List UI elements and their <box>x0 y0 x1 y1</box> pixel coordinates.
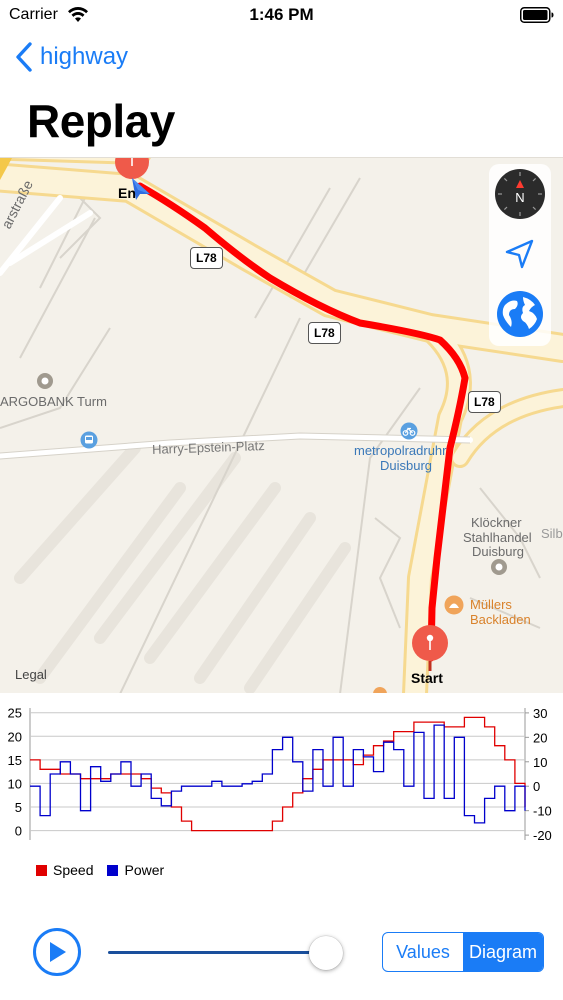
segment-values[interactable]: Values <box>383 933 463 971</box>
globe-icon <box>497 291 543 337</box>
chevron-left-icon <box>16 42 32 72</box>
argobank-label: ARGOBANK Turm <box>0 394 107 409</box>
poi-icon <box>37 373 53 389</box>
y-left-tick-label: 0 <box>15 824 22 839</box>
legal-link[interactable]: Legal <box>15 667 47 682</box>
legend-label-speed: Speed <box>53 862 94 878</box>
road-shield-l78: L78 <box>468 391 501 413</box>
map-view[interactable]: arstraße ARGOBANK Turm Harry-Epstein-Pla… <box>0 157 563 693</box>
y-left-tick-label: 10 <box>8 776 22 791</box>
speed-power-chart: 25 20 15 10 5 0 30 20 10 0 -10 -20 <box>0 700 563 850</box>
bakery-icon <box>444 595 464 615</box>
compass-letter: N <box>515 190 524 205</box>
compass-button[interactable]: N <box>494 168 546 220</box>
end-label: En <box>118 185 136 201</box>
legend-item-power: Power <box>107 862 164 878</box>
chart-svg: 25 20 15 10 5 0 30 20 10 0 -10 -20 <box>8 706 552 843</box>
slider-thumb[interactable] <box>309 936 343 970</box>
page-title: Replay <box>27 95 175 147</box>
station-city-label: Duisburg <box>380 458 433 473</box>
replay-slider[interactable] <box>108 935 343 971</box>
station-label: metropolradruhr <box>354 443 447 458</box>
view-mode-segmented-control: Values Diagram <box>382 932 544 972</box>
back-button[interactable]: highway <box>14 40 128 74</box>
compass-icon: N <box>495 169 545 219</box>
start-pin-icon[interactable] <box>410 624 450 672</box>
legend-label-power: Power <box>124 862 165 878</box>
back-button-label: highway <box>40 43 129 70</box>
bakery-label-2: Backladen <box>470 612 531 627</box>
legend-swatch-power <box>107 864 119 876</box>
slider-fill <box>108 951 326 954</box>
kloeckner-label: Klöckner <box>471 515 522 530</box>
y-left-tick-label: 15 <box>8 753 22 768</box>
legend-swatch-speed <box>36 864 47 876</box>
y-right-tick-label: 30 <box>533 706 547 721</box>
map-type-button[interactable] <box>494 288 546 340</box>
road-shield-l78: L78 <box>308 322 341 344</box>
y-right-tick-label: 10 <box>533 755 547 770</box>
y-right-tick-label: -20 <box>533 828 552 843</box>
location-arrow-icon <box>505 239 534 269</box>
poi-icon-2 <box>491 559 507 575</box>
y-right-tick-label: 20 <box>533 730 547 745</box>
series-line-power <box>30 724 526 824</box>
kloeckner-label-3: Duisburg <box>472 544 525 559</box>
silb-label: Silb <box>541 526 563 541</box>
locate-me-button[interactable] <box>494 228 546 280</box>
legend-item-speed: Speed <box>36 862 93 878</box>
segment-diagram[interactable]: Diagram <box>463 933 543 971</box>
y-right-tick-label: -10 <box>533 804 552 819</box>
battery-icon <box>520 7 554 23</box>
start-label: Start <box>411 670 443 686</box>
y-left-tick-label: 20 <box>8 729 22 744</box>
road-shield-l78: L78 <box>190 247 223 269</box>
y-left-tick-label: 5 <box>15 800 22 815</box>
status-bar: Carrier 1:46 PM <box>0 0 563 30</box>
bakery-label: Müllers <box>470 597 512 612</box>
play-icon <box>50 942 66 962</box>
y-left-tick-label: 25 <box>8 706 22 721</box>
play-button[interactable] <box>33 928 81 976</box>
poi-icon-3 <box>373 687 387 693</box>
kloeckner-label-2: Stahlhandel <box>463 530 532 545</box>
bus-stop-icon <box>80 431 98 449</box>
series-line-speed <box>30 716 526 832</box>
bicycle-icon <box>400 422 418 440</box>
y-right-tick-label: 0 <box>533 779 540 794</box>
chart-legend: Speed Power <box>36 862 178 878</box>
clock-label: 1:46 PM <box>249 5 314 24</box>
